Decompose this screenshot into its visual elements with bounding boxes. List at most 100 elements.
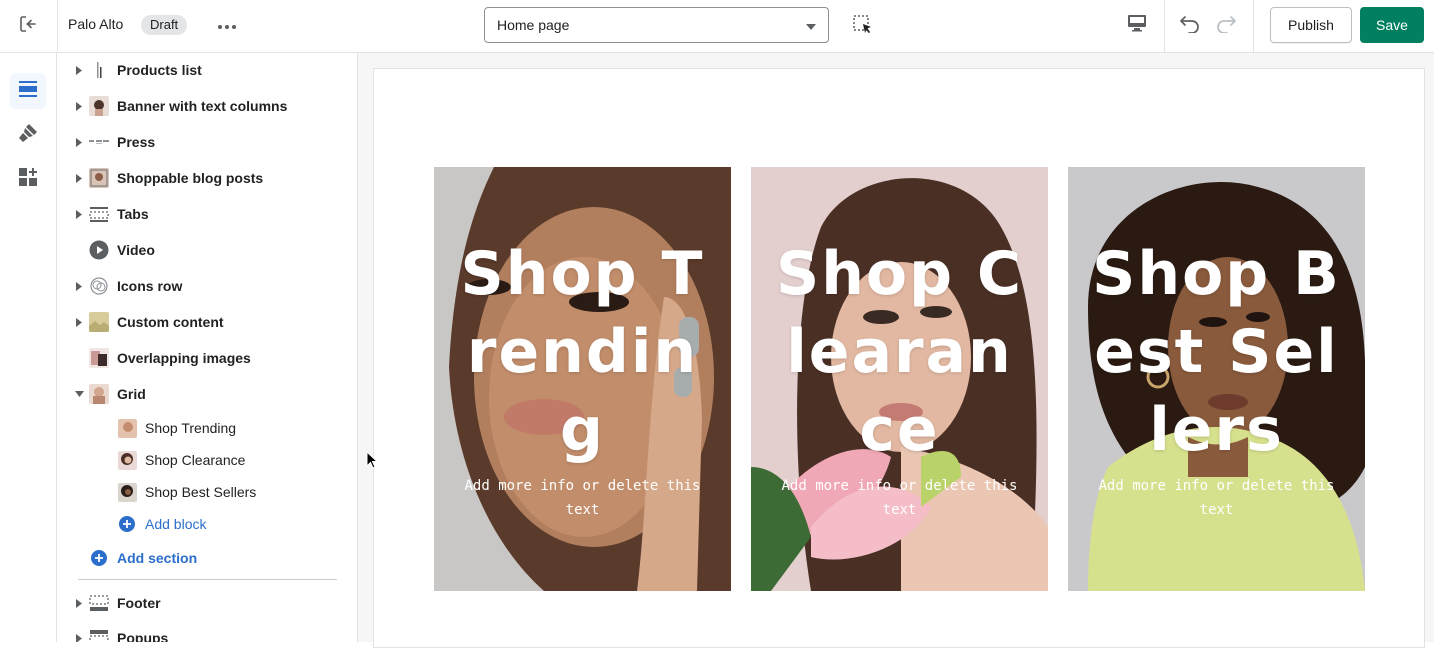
section-banner-with-text-columns[interactable]: Banner with text columns	[57, 88, 357, 124]
divider	[78, 579, 337, 580]
section-label: Press	[117, 134, 156, 150]
section-shoppable-blog-posts[interactable]: Shoppable blog posts	[57, 160, 357, 196]
inspector-icon	[852, 14, 874, 41]
grid-card-shop-trending[interactable]: Shop Trending Add more info or delete th…	[434, 167, 731, 591]
section-thumbnail	[89, 348, 109, 368]
status-badge: Draft	[141, 15, 188, 35]
footer-icon	[89, 593, 109, 613]
app-embeds-icon	[18, 167, 38, 192]
caret-right-icon[interactable]	[74, 633, 84, 642]
theme-name: Palo Alto	[68, 16, 124, 32]
section-label: Tabs	[117, 206, 149, 222]
page-select-value: Home page	[497, 17, 570, 33]
section-press[interactable]: Press	[57, 124, 357, 160]
block-shop-trending[interactable]: Shop Trending	[57, 412, 357, 444]
section-label: Shoppable blog posts	[117, 170, 264, 186]
desktop-view-button[interactable]	[1122, 10, 1152, 40]
add-section-button[interactable]: Add section	[57, 542, 357, 574]
theme-settings-icon	[18, 123, 38, 148]
plus-circle-icon	[91, 550, 107, 566]
section-thumbnail	[89, 60, 109, 80]
exit-icon	[18, 14, 38, 39]
save-button[interactable]: Save	[1360, 7, 1424, 43]
divider	[1164, 0, 1165, 53]
grid-card-shop-clearance[interactable]: Shop Clearance Add more info or delete t…	[751, 167, 1048, 591]
block-label: Shop Clearance	[145, 452, 246, 468]
publish-button[interactable]: Publish	[1270, 7, 1352, 43]
sections-sidebar: Products list Banner with text columns P…	[57, 53, 358, 642]
section-grid[interactable]: Grid	[57, 376, 357, 412]
section-tabs[interactable]: Tabs	[57, 196, 357, 232]
caret-down-icon[interactable]	[74, 389, 84, 399]
card-subtitle: Add more info or delete this text	[464, 478, 701, 518]
section-label: Icons row	[117, 278, 183, 294]
play-icon	[89, 240, 109, 260]
caret-right-icon[interactable]	[74, 173, 84, 183]
undo-button[interactable]	[1175, 10, 1205, 40]
more-actions-button[interactable]	[212, 12, 242, 40]
caret-right-icon[interactable]	[74, 65, 84, 75]
card-subtitle: Add more info or delete this text	[1098, 478, 1335, 518]
block-label: Shop Best Sellers	[145, 484, 257, 500]
card-subtitle: Add more info or delete this text	[781, 478, 1018, 518]
block-thumbnail	[118, 482, 137, 502]
block-label: Shop Trending	[145, 420, 237, 436]
divider	[1253, 0, 1254, 53]
section-video[interactable]: Video	[57, 232, 357, 268]
popups-icon	[89, 628, 109, 642]
tabs-icon	[89, 204, 109, 224]
page-select[interactable]: Home page	[484, 7, 829, 43]
theme-settings-button[interactable]	[10, 117, 46, 153]
block-thumbnail	[118, 450, 137, 470]
preview-frame: Shop Trending Add more info or delete th…	[373, 68, 1425, 648]
more-horizontal-icon	[217, 17, 237, 35]
redo-button[interactable]	[1211, 10, 1241, 40]
section-overlapping-images[interactable]: Overlapping images	[57, 340, 357, 376]
block-shop-best-sellers[interactable]: Shop Best Sellers	[57, 476, 357, 508]
exit-button[interactable]	[12, 10, 44, 42]
chevron-down-icon	[806, 17, 816, 33]
section-thumbnail	[89, 132, 109, 152]
section-label: Grid	[117, 386, 146, 402]
section-custom-content[interactable]: Custom content	[57, 304, 357, 340]
preview-canvas: Shop Trending Add more info or delete th…	[358, 53, 1434, 648]
section-popups[interactable]: Popups	[57, 620, 357, 642]
section-thumbnail	[89, 168, 109, 188]
caret-right-icon[interactable]	[74, 317, 84, 327]
caret-right-icon[interactable]	[74, 101, 84, 111]
caret-right-icon[interactable]	[74, 137, 84, 147]
caret-right-icon[interactable]	[74, 598, 84, 608]
plus-circle-icon	[119, 516, 135, 532]
section-icons-row[interactable]: Icons row	[57, 268, 357, 304]
section-thumbnail	[89, 96, 109, 116]
section-label: Products list	[117, 62, 202, 78]
divider	[57, 0, 58, 53]
section-products-list[interactable]: Products list	[57, 53, 357, 88]
card-title: Shop Trending	[460, 239, 705, 465]
add-block-label: Add block	[145, 516, 207, 532]
add-block-button[interactable]: Add block	[57, 508, 357, 540]
inspector-button[interactable]	[848, 12, 878, 42]
section-footer[interactable]: Footer	[57, 585, 357, 621]
add-section-label: Add section	[117, 550, 198, 566]
section-thumbnail	[89, 312, 109, 332]
mouse-cursor-icon	[366, 450, 379, 469]
caret-right-icon[interactable]	[74, 209, 84, 219]
app-embeds-button[interactable]	[10, 161, 46, 197]
grid-card-shop-best-sellers[interactable]: Shop Best Sellers Add more info or delet…	[1068, 167, 1365, 591]
section-label: Footer	[117, 595, 161, 611]
block-shop-clearance[interactable]: Shop Clearance	[57, 444, 357, 476]
undo-icon	[1179, 13, 1201, 38]
desktop-icon	[1127, 14, 1147, 37]
sections-button[interactable]	[10, 73, 46, 109]
section-label: Custom content	[117, 314, 224, 330]
block-thumbnail	[118, 418, 137, 438]
card-title: Shop Clearance	[775, 239, 1024, 465]
caret-right-icon[interactable]	[74, 281, 84, 291]
section-label: Video	[117, 242, 155, 258]
redo-icon	[1215, 13, 1237, 38]
card-title: Shop Best Sellers	[1092, 239, 1341, 465]
section-label: Popups	[117, 630, 169, 642]
left-rail	[0, 53, 57, 642]
section-label: Banner with text columns	[117, 98, 288, 114]
